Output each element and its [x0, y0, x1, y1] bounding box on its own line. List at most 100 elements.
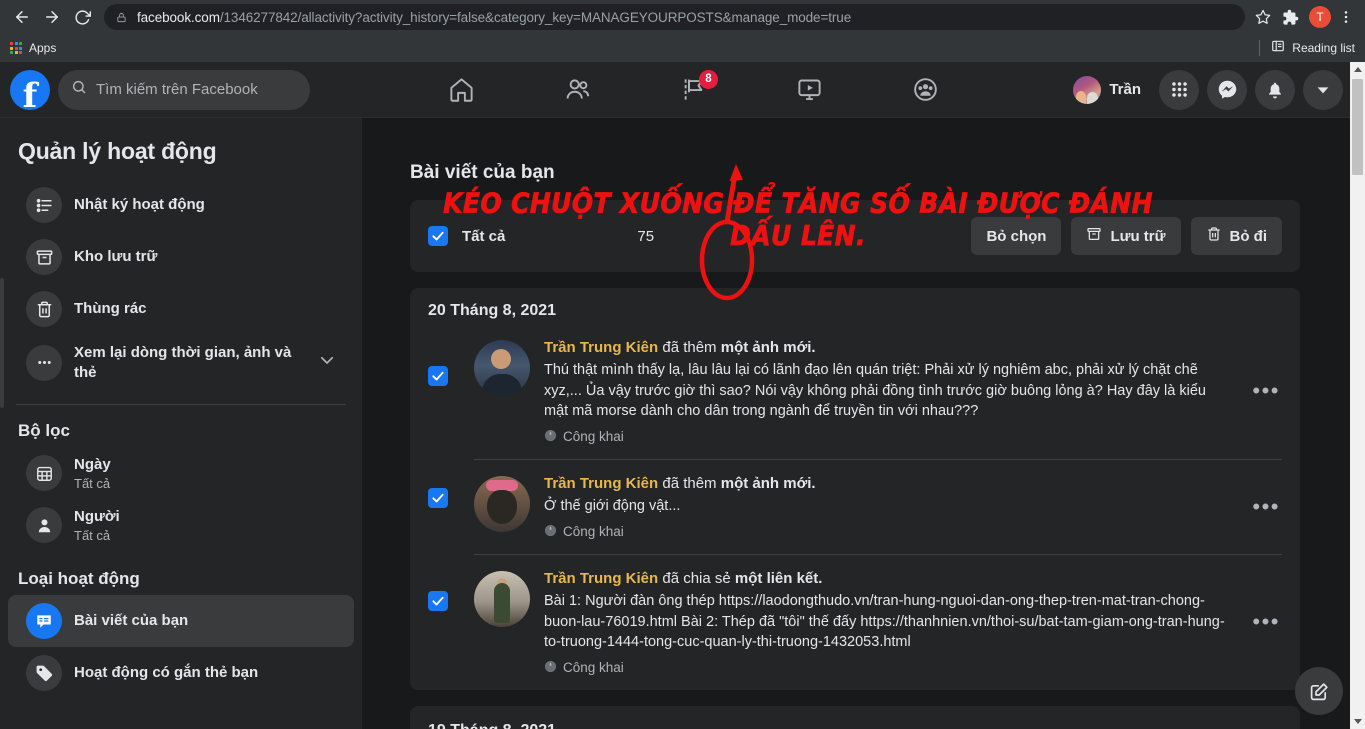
post-checkbox-wrap — [428, 338, 474, 386]
sidebar-item-tagged-activity[interactable]: Hoạt động có gắn thẻ bạn — [8, 647, 354, 699]
sidebar-item-label: Kho lưu trữ — [74, 248, 158, 266]
post-row[interactable]: Trần Trung Kiên đã thêm một ảnh mới. Ở t… — [410, 464, 1300, 550]
sidebar-item-trash[interactable]: Thùng rác — [8, 283, 354, 335]
bell-icon[interactable] — [1255, 69, 1295, 110]
selection-toolbar: Tất cả 75 Bỏ chọn Lưu trữ Bỏ đi — [410, 200, 1300, 272]
address-bar[interactable]: facebook.com/1346277842/allactivity?acti… — [104, 4, 1245, 30]
post-headline: Trần Trung Kiên đã chia sẻ một liên kết. — [544, 570, 822, 587]
post-thumbnail[interactable] — [474, 340, 530, 396]
filter-item-date[interactable]: Ngày Tất cả — [8, 447, 354, 499]
post-row[interactable]: Trần Trung Kiên đã thêm một ảnh mới. Thú… — [410, 328, 1300, 455]
chevron-down-icon[interactable] — [318, 351, 336, 374]
post-author[interactable]: Trần Trung Kiên — [544, 339, 658, 356]
scroll-up-arrow[interactable] — [1350, 62, 1365, 77]
sidebar-item-your-posts[interactable]: Bài viết của bạn — [8, 595, 354, 647]
archive-icon — [26, 239, 62, 275]
divider — [16, 404, 346, 405]
reading-list-button[interactable]: Reading list — [1259, 39, 1355, 58]
profile-button[interactable]: Trần — [1070, 73, 1151, 107]
post-row[interactable]: Trần Trung Kiên đã chia sẻ một liên kết.… — [410, 559, 1300, 686]
post-checkbox-wrap — [428, 474, 474, 508]
forward-arrow-icon[interactable] — [38, 3, 66, 31]
reading-list-label: Reading list — [1292, 41, 1355, 55]
post-body: Trần Trung Kiên đã thêm một ảnh mới. Thú… — [544, 338, 1282, 445]
post-checkbox[interactable] — [428, 366, 448, 386]
archive-icon — [1086, 226, 1102, 246]
sidebar-item-archive[interactable]: Kho lưu trữ — [8, 231, 354, 283]
nav-pages[interactable]: 8 — [637, 66, 749, 114]
apps-label: Apps — [29, 41, 57, 55]
bookmark-apps[interactable]: Apps — [10, 41, 56, 55]
group-date: 20 Tháng 8, 2021 — [428, 302, 557, 319]
post-checkbox[interactable] — [428, 487, 448, 508]
archive-button[interactable]: Lưu trữ — [1071, 217, 1181, 255]
post-more-icon[interactable]: ••• — [1252, 380, 1280, 402]
post-body: Trần Trung Kiên đã chia sẻ một liên kết.… — [544, 569, 1282, 676]
grid-menu-icon[interactable] — [1159, 69, 1199, 110]
post-body: Trần Trung Kiên đã thêm một ảnh mới. Ở t… — [544, 474, 1282, 540]
post-action-prefix: đã chia sẻ — [658, 569, 735, 587]
deselect-label: Bỏ chọn — [986, 227, 1047, 245]
sidebar-scroll-indicator[interactable] — [0, 278, 4, 408]
three-dot-menu-icon[interactable] — [1335, 4, 1357, 30]
top-bar-left: f — [10, 69, 310, 110]
reload-icon[interactable] — [68, 3, 96, 31]
extensions-puzzle-icon[interactable] — [1277, 4, 1303, 30]
search-input[interactable] — [96, 81, 286, 98]
chevron-down-icon[interactable] — [1303, 69, 1343, 110]
privacy-label: Công khai — [563, 660, 624, 676]
page-title: Bài viết của bạn — [410, 162, 555, 183]
post-headline: Trần Trung Kiên đã thêm một ảnh mới. — [544, 339, 816, 356]
activity-type-heading: Loại hoạt động — [18, 569, 140, 588]
post-thumbnail[interactable] — [474, 570, 530, 627]
scrollbar-thumb[interactable] — [1352, 79, 1363, 175]
post-text: Ở thế giới động vật... — [544, 498, 681, 515]
post-privacy: Công khai — [544, 429, 1232, 445]
nav-home[interactable] — [405, 66, 517, 114]
compose-pencil-icon[interactable] — [1295, 667, 1343, 715]
messenger-icon[interactable] — [1207, 69, 1247, 110]
nav-groups[interactable] — [869, 66, 981, 114]
back-arrow-icon[interactable] — [8, 3, 36, 31]
post-thumbnail[interactable] — [474, 475, 530, 532]
delete-button[interactable]: Bỏ đi — [1190, 217, 1282, 255]
nav-friends[interactable] — [521, 66, 633, 114]
post-author[interactable]: Trần Trung Kiên — [544, 475, 658, 492]
selected-count: 75 — [637, 227, 655, 245]
sidebar-item-label: Hoạt động có gắn thẻ bạn — [74, 664, 259, 682]
search-box[interactable] — [58, 69, 310, 110]
filter-heading: Bộ lọc — [18, 421, 70, 440]
post-checkbox-wrap — [428, 569, 474, 611]
post-more-icon[interactable]: ••• — [1252, 611, 1280, 633]
filter-item-text: Người Tất cả — [74, 507, 120, 543]
filter-item-people[interactable]: Người Tất cả — [8, 499, 354, 551]
nav-watch[interactable] — [753, 66, 865, 114]
delete-label: Bỏ đi — [1229, 227, 1268, 245]
sidebar-item-activity-log[interactable]: Nhật ký hoạt động — [8, 179, 354, 231]
avatar — [1073, 75, 1102, 104]
scroll-down-arrow[interactable] — [1350, 714, 1365, 729]
post-author[interactable]: Trần Trung Kiên — [544, 570, 658, 587]
tag-icon — [26, 655, 62, 691]
lock-icon — [116, 11, 127, 24]
post-checkbox[interactable] — [428, 590, 448, 611]
browser-profile-avatar[interactable]: T — [1309, 6, 1331, 28]
facebook-logo[interactable]: f — [10, 69, 50, 110]
deselect-button[interactable]: Bỏ chọn — [971, 217, 1062, 255]
sidebar-item-label: Bài viết của bạn — [74, 612, 189, 630]
toolbar-actions: Bỏ chọn Lưu trữ Bỏ đi — [971, 217, 1282, 255]
sidebar-item-label: Xem lại dòng thời gian, ảnh và thẻ — [74, 344, 292, 381]
post-more-icon[interactable]: ••• — [1252, 495, 1280, 518]
list-icon — [26, 187, 62, 223]
divider — [474, 458, 1282, 460]
select-all-label: Tất cả — [462, 227, 506, 245]
select-all-checkbox[interactable] — [428, 226, 448, 246]
bookmark-star-icon[interactable] — [1251, 5, 1275, 29]
page-scrollbar[interactable] — [1350, 62, 1365, 729]
sidebar-item-review[interactable]: Xem lại dòng thời gian, ảnh và thẻ — [8, 335, 354, 390]
filter-label: Ngày — [74, 456, 111, 474]
apps-grid-icon — [10, 42, 22, 54]
dots-icon — [26, 344, 62, 381]
profile-name: Trần — [1109, 81, 1141, 98]
main-inner: Bài viết của bạn Tất cả 75 Bỏ chọn Lưu t… — [410, 118, 1300, 729]
